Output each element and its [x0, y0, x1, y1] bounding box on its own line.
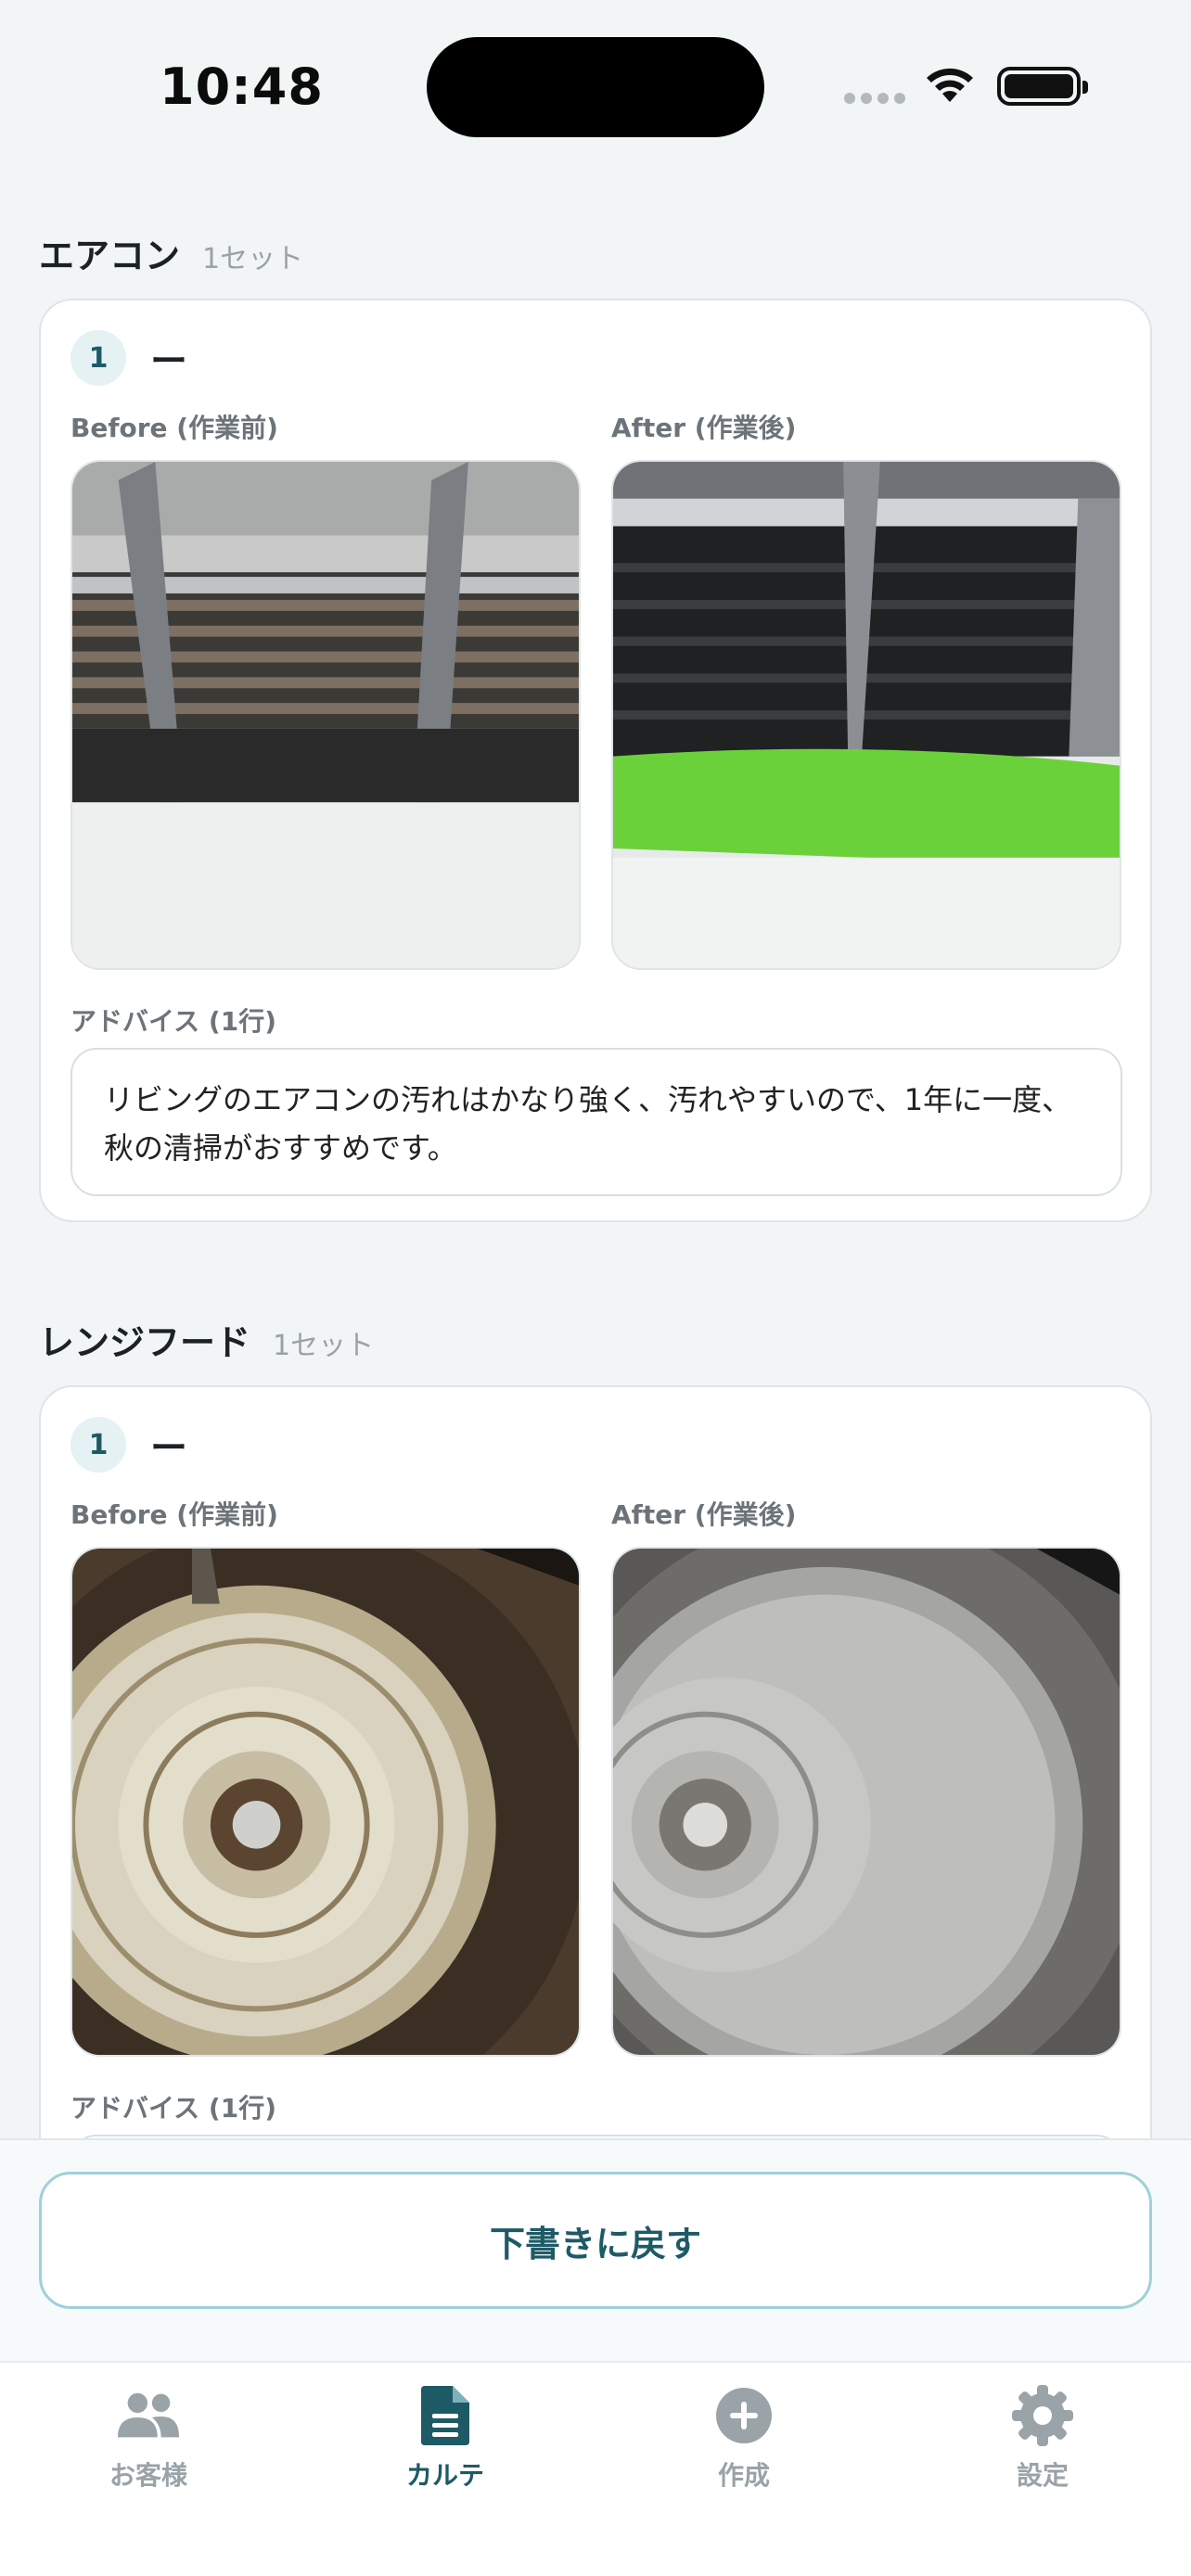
item-title: ー	[150, 1427, 187, 1470]
item-number-badge: 1	[70, 1417, 126, 1473]
plus-circle-icon	[711, 2383, 776, 2448]
tab-label: 設定	[1016, 2460, 1069, 2491]
advice-label: アドバイス (1行)	[70, 1006, 276, 1037]
tab-karte[interactable]: カルテ	[352, 2383, 538, 2493]
section-title: エアコン	[39, 236, 181, 276]
status-time: 10:48	[160, 57, 324, 116]
before-photo[interactable]	[70, 460, 581, 970]
tab-label: お客様	[109, 2460, 187, 2491]
dynamic-island	[427, 37, 764, 137]
section-header-rangehood: レンジフード 1セット	[39, 1314, 374, 1365]
advice-label: アドバイス (1行)	[70, 2093, 276, 2123]
wifi-icon	[923, 63, 977, 108]
item-header: 1 ー	[70, 330, 187, 386]
cellular-signal-icon	[844, 93, 905, 104]
advice-field[interactable]: リビングのエアコンの汚れはかなり強く、汚れやすいので、1年に一度、秋の清掃がおす…	[70, 1048, 1122, 1196]
after-photo[interactable]	[611, 1547, 1121, 2057]
tab-label: 作成	[717, 2460, 770, 2491]
screen: 10:48 エアコン 1セット 1 ー Before (作業前) After (…	[0, 0, 1191, 2576]
item-card-rangehood: 1 ー Before (作業前) After (作業後) アドバイス (1行)	[39, 1385, 1152, 2283]
gear-icon	[1010, 2383, 1075, 2448]
item-title: ー	[150, 340, 187, 383]
before-label: Before (作業前)	[70, 1499, 278, 1530]
tab-customers[interactable]: お客様	[56, 2383, 241, 2493]
section-count: 1セット	[202, 243, 304, 275]
after-label: After (作業後)	[611, 1499, 797, 1530]
section-count: 1セット	[273, 1330, 375, 1362]
bottom-action-panel: 下書きに戻す	[0, 2138, 1191, 2361]
tab-create[interactable]: 作成	[651, 2383, 837, 2493]
after-photo[interactable]	[611, 460, 1121, 970]
tab-settings[interactable]: 設定	[950, 2383, 1135, 2493]
after-label: After (作業後)	[611, 413, 797, 443]
item-header: 1 ー	[70, 1417, 187, 1473]
battery-icon	[997, 67, 1088, 106]
tab-label: カルテ	[405, 2460, 484, 2491]
item-number-badge: 1	[70, 330, 126, 386]
tab-bar: お客様 カルテ 作成 設定	[0, 2361, 1191, 2576]
before-photo[interactable]	[70, 1547, 581, 2057]
status-bar: 10:48	[0, 0, 1191, 176]
section-title: レンジフード	[39, 1322, 251, 1363]
before-label: Before (作業前)	[70, 413, 278, 443]
section-header-aircon: エアコン 1セット	[39, 227, 303, 278]
users-icon	[116, 2383, 181, 2448]
back-to-draft-button[interactable]: 下書きに戻す	[39, 2172, 1152, 2309]
document-icon	[413, 2383, 478, 2448]
item-card-aircon: 1 ー Before (作業前) After (作業後) アドバイス (1行) …	[39, 299, 1152, 1222]
